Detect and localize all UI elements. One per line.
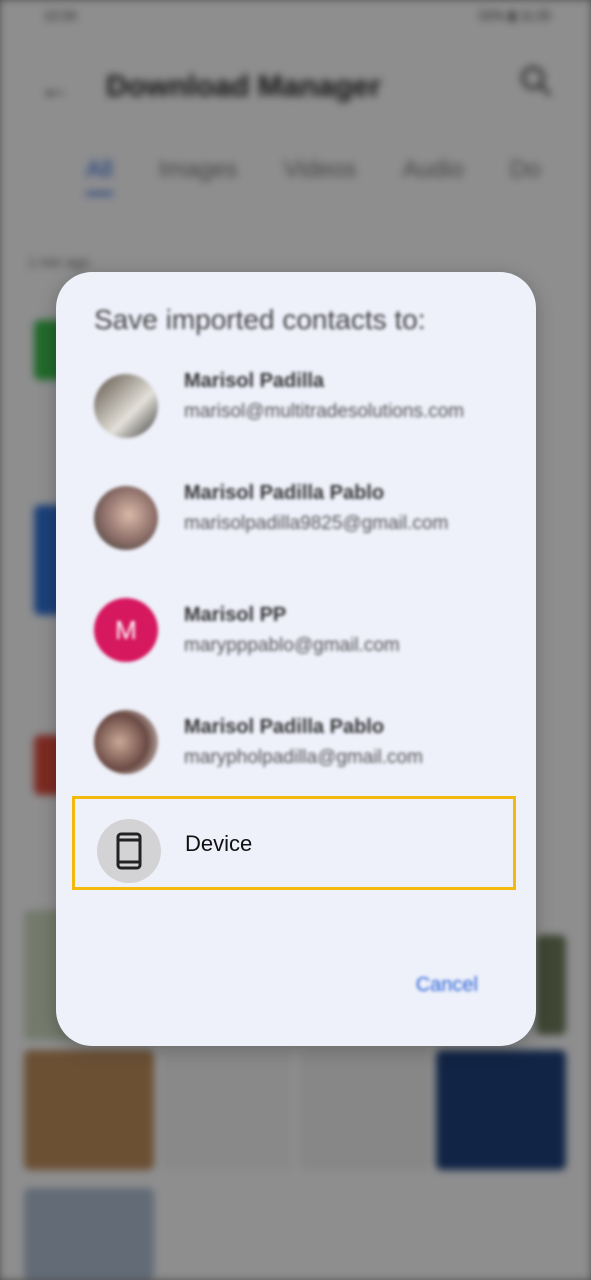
account-avatar: M xyxy=(94,598,158,662)
account-avatar xyxy=(94,710,158,774)
account-avatar xyxy=(94,374,158,438)
cancel-button[interactable]: Cancel xyxy=(416,974,478,997)
device-avatar xyxy=(97,819,161,883)
account-option[interactable]: Marisol Padilla Pablo marisolpadilla9825… xyxy=(56,476,536,586)
phone-icon xyxy=(116,832,142,870)
dialog-title: Save imported contacts to: xyxy=(94,304,426,335)
avatar-initial: M xyxy=(115,614,137,645)
device-label: Device xyxy=(185,831,253,856)
account-name: Marisol PP xyxy=(184,604,287,626)
account-option[interactable]: Marisol Padilla Pablo marypholpadilla@gm… xyxy=(56,700,536,810)
account-option[interactable]: Marisol Padilla marisol@multitradesoluti… xyxy=(56,364,536,474)
account-name: Marisol Padilla Pablo xyxy=(184,716,385,738)
account-option[interactable]: M Marisol PP marypppablo@gmail.com xyxy=(56,588,536,698)
account-name: Marisol Padilla xyxy=(184,370,325,392)
account-avatar xyxy=(94,486,158,550)
account-email: marisolpadilla9825@gmail.com xyxy=(184,513,449,534)
device-option[interactable]: Device xyxy=(72,796,516,890)
account-name: Marisol Padilla Pablo xyxy=(184,482,385,504)
account-email: marypppablo@gmail.com xyxy=(184,635,400,656)
account-email: marypholpadilla@gmail.com xyxy=(184,747,423,768)
save-contacts-dialog: Save imported contacts to: Marisol Padil… xyxy=(56,272,536,1046)
account-email: marisol@multitradesolutions.com xyxy=(184,401,465,422)
